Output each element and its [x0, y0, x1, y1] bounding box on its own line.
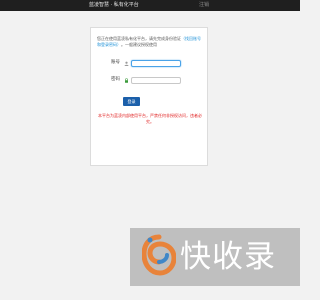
top-bar: 蓝凌智慧 · 私有化平台 注销	[0, 0, 300, 11]
watermark-text: 快收录	[180, 239, 276, 275]
logout-link[interactable]: 注销	[199, 2, 209, 9]
watermark: 快收录	[130, 228, 300, 286]
intro-text: 您正在使用蓝凌私有化平台，请先完成身份验证	[97, 36, 181, 41]
app-title: 蓝凌智慧 · 私有化平台	[89, 2, 139, 8]
login-intro: 您正在使用蓝凌私有化平台，请先完成身份验证（找回账号和登录密码）。一般建议授权使…	[97, 36, 203, 48]
user-icon	[124, 61, 129, 66]
account-label: 账号	[111, 60, 120, 65]
login-button[interactable]: 登录	[123, 97, 140, 106]
lock-icon	[125, 78, 128, 83]
account-input[interactable]	[131, 60, 181, 67]
intro-suffix: 。一般建议授权使用	[121, 42, 157, 47]
password-input[interactable]	[131, 77, 181, 84]
login-panel: 您正在使用蓝凌私有化平台，请先完成身份验证（找回账号和登录密码）。一般建议授权使…	[90, 27, 208, 166]
warning-text: 本平台为蓝凌内部使用平台，严禁任何非授权访问，违者必究。	[98, 113, 202, 124]
watermark-logo-icon	[142, 234, 176, 276]
password-label: 密码	[111, 77, 120, 82]
